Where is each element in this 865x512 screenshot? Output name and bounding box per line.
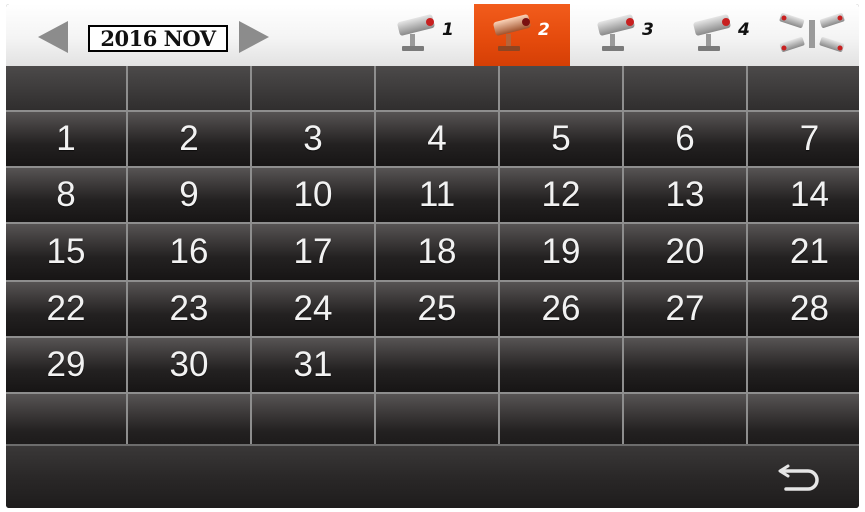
camera-tab-label: 3 — [642, 20, 654, 40]
calendar-day[interactable]: 23 — [128, 282, 250, 336]
calendar-day[interactable]: 19 — [500, 224, 622, 280]
calendar-day[interactable]: 26 — [500, 282, 622, 336]
camera-tab-3[interactable]: 3 — [578, 4, 674, 66]
calendar-day[interactable]: 25 — [376, 282, 498, 336]
calendar-day[interactable]: 3 — [252, 112, 374, 166]
calendar-day[interactable]: 15 — [6, 224, 126, 280]
calendar-day[interactable]: 11 — [376, 168, 498, 222]
calendar-day[interactable]: 6 — [624, 112, 746, 166]
calendar-day[interactable]: 28 — [748, 282, 859, 336]
camera-tab-4[interactable]: 4 — [674, 4, 770, 66]
calendar-day[interactable]: 1 — [6, 112, 126, 166]
camera-tab-label: 1 — [442, 20, 454, 40]
calendar-day[interactable]: 2 — [128, 112, 250, 166]
calendar-day[interactable]: 17 — [252, 224, 374, 280]
camera-tab-2[interactable]: 2 — [474, 4, 570, 66]
calendar-header-cell — [748, 66, 859, 110]
calendar-day[interactable]: 30 — [128, 338, 250, 392]
camera-tab-1[interactable]: 1 — [378, 4, 474, 66]
calendar-day[interactable]: 12 — [500, 168, 622, 222]
camera-tab-label: 4 — [738, 20, 750, 40]
calendar-day[interactable]: 31 — [252, 338, 374, 392]
next-month-arrow-icon[interactable] — [239, 21, 269, 53]
calendar-day[interactable]: 20 — [624, 224, 746, 280]
month-label: 2016 NOV — [88, 25, 228, 52]
back-return-icon — [778, 464, 819, 491]
calendar-header-cell — [624, 66, 746, 110]
calendar-day[interactable]: 24 — [252, 282, 374, 336]
calendar-header-cell — [500, 66, 622, 110]
calendar-day[interactable]: 14 — [748, 168, 859, 222]
calendar-day[interactable]: 5 — [500, 112, 622, 166]
cctv-camera-icon — [597, 14, 635, 51]
calendar-empty-cell — [500, 338, 622, 392]
top-bar: 2016 NOV 1 2 3 4 — [6, 4, 859, 66]
calendar-day[interactable]: 8 — [6, 168, 126, 222]
cctv-camera-icon — [693, 14, 731, 51]
calendar-day[interactable]: 29 — [6, 338, 126, 392]
calendar-day[interactable]: 18 — [376, 224, 498, 280]
calendar-empty-cell — [748, 338, 859, 392]
calendar-day[interactable]: 21 — [748, 224, 859, 280]
calendar-day[interactable]: 16 — [128, 224, 250, 280]
calendar-header-cell — [376, 66, 498, 110]
calendar-day[interactable]: 7 — [748, 112, 859, 166]
calendar-day[interactable]: 10 — [252, 168, 374, 222]
calendar-empty-cell — [376, 338, 498, 392]
calendar-day[interactable]: 27 — [624, 282, 746, 336]
multi-camera-icon — [779, 13, 845, 52]
calendar-empty-cell — [624, 338, 746, 392]
calendar-header-cell — [6, 66, 126, 110]
camera-tab-all[interactable] — [766, 4, 859, 66]
cctv-camera-icon — [493, 14, 531, 51]
calendar-day[interactable]: 13 — [624, 168, 746, 222]
prev-month-arrow-icon[interactable] — [38, 21, 68, 53]
calendar-grid: 1 2 3 4 5 6 7 8 9 10 11 12 13 14 15 16 1… — [6, 66, 859, 456]
back-button[interactable] — [776, 460, 826, 496]
calendar-day[interactable]: 22 — [6, 282, 126, 336]
camera-tab-label: 2 — [538, 20, 550, 40]
calendar-header-cell — [252, 66, 374, 110]
bottom-bar — [6, 444, 859, 508]
cctv-camera-icon — [397, 14, 435, 51]
calendar-day[interactable]: 9 — [128, 168, 250, 222]
calendar-header-cell — [128, 66, 250, 110]
calendar-screen: 2016 NOV 1 2 3 4 1 2 3 4 5 6 7 8 9 10 11… — [6, 4, 859, 508]
calendar-day[interactable]: 4 — [376, 112, 498, 166]
